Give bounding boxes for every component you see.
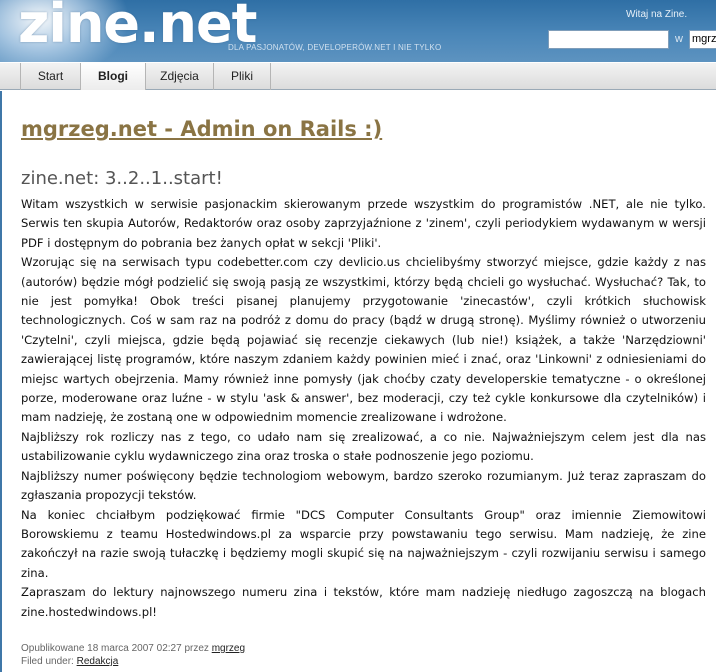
search-scope-select[interactable]: mgrzeg	[689, 30, 716, 49]
post-body: Witam wszystkich w serwisie pasjonackim …	[21, 195, 706, 622]
nav-item-start[interactable]: Start	[20, 63, 81, 90]
page-content: mgrzeg.net - Admin on Rails :) zine.net:…	[0, 91, 716, 672]
post-paragraph: Zapraszam do lektury najnowszego numeru …	[21, 585, 706, 619]
site-logo[interactable]: zine.net	[18, 0, 257, 55]
main-nav: Start Blogi Zdjęcia Pliki	[0, 62, 716, 90]
nav-item-zdjecia[interactable]: Zdjęcia	[146, 63, 214, 90]
post-category-line: Filed under: Redakcja	[21, 655, 245, 668]
post-paragraph: Najbliższy numer poświęcony będzie techn…	[21, 468, 706, 503]
blog-title-link[interactable]: mgrzeg.net - Admin on Rails :)	[21, 117, 382, 141]
search-input[interactable]	[548, 30, 669, 49]
site-tagline: DLA PASJONATÓW, DEVELOPERÓW.NET I NIE TY…	[228, 43, 442, 52]
post-meta: Opublikowane 18 marca 2007 02:27 przez m…	[21, 642, 245, 668]
author-link[interactable]: mgrzeg	[212, 643, 245, 654]
published-text: Opublikowane 18 marca 2007 02:27 przez	[21, 643, 209, 654]
post-title[interactable]: zine.net: 3..2..1..start!	[21, 168, 223, 189]
search-scope-label: w	[675, 33, 683, 45]
post-paragraph: Najbliższy rok rozliczy nas z tego, co u…	[21, 429, 706, 464]
site-header: zine.net DLA PASJONATÓW, DEVELOPERÓW.NET…	[0, 0, 716, 62]
post-paragraph: Wzorując się na serwisach typu codebette…	[21, 255, 706, 425]
filed-under-text: Filed under:	[21, 656, 74, 667]
welcome-text: Witaj na Zine.	[626, 9, 688, 20]
nav-item-pliki[interactable]: Pliki	[214, 63, 271, 90]
post-paragraph: Witam wszystkich w serwisie pasjonackim …	[21, 197, 706, 250]
post-paragraph: Na koniec chciałbym podziękować firmie "…	[21, 507, 706, 580]
nav-item-blogi[interactable]: Blogi	[81, 63, 146, 90]
post-published-line: Opublikowane 18 marca 2007 02:27 przez m…	[21, 642, 245, 655]
category-link[interactable]: Redakcja	[77, 656, 119, 667]
